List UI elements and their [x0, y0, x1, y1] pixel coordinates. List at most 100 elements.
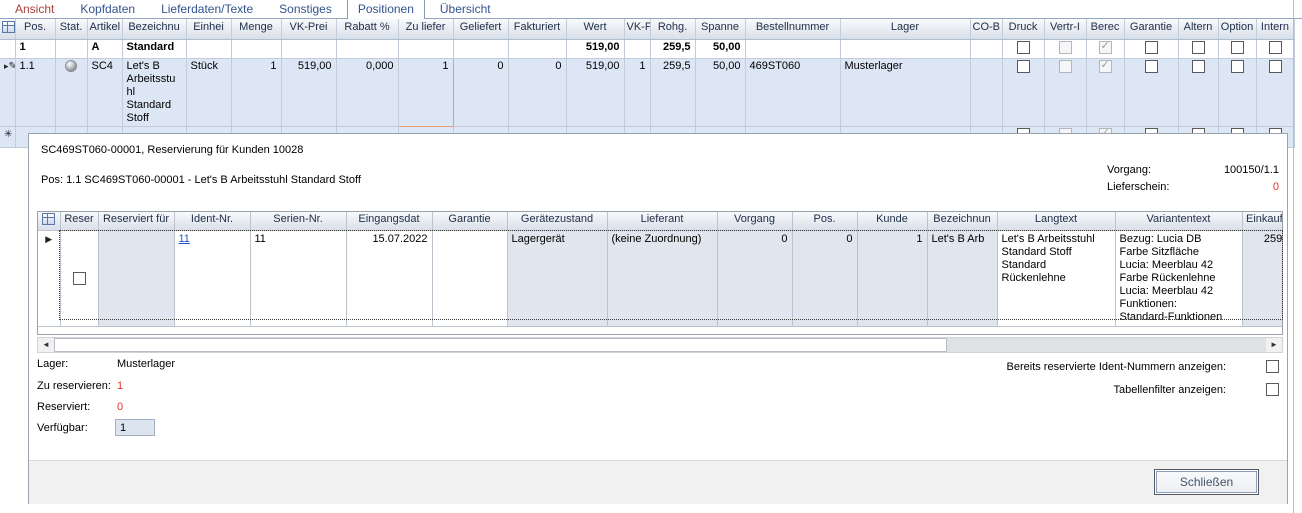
cell-pos[interactable]: 0: [792, 231, 857, 327]
new-row-selector[interactable]: ✳: [0, 127, 15, 148]
scroll-left-button[interactable]: ◄: [38, 338, 54, 352]
cell-bezeichnung[interactable]: Let's B Arb: [927, 231, 997, 327]
select-all-corner[interactable]: [0, 19, 15, 40]
cell-artikel[interactable]: SC4: [87, 59, 122, 127]
col-fakturiert[interactable]: Fakturiert: [508, 19, 566, 40]
verfuegbar-input[interactable]: [115, 419, 155, 436]
col-rabatt[interactable]: Rabatt %: [336, 19, 398, 40]
cell-spanne[interactable]: 50,00: [695, 40, 745, 59]
cell-vorgang[interactable]: 0: [717, 231, 792, 327]
col-variantentext[interactable]: Variantentext: [1115, 212, 1242, 231]
option-checkbox[interactable]: [1231, 60, 1244, 73]
col-langtext[interactable]: Langtext: [997, 212, 1115, 231]
select-all-corner[interactable]: [38, 212, 60, 231]
col-geraetezustand[interactable]: Gerätezustand: [507, 212, 607, 231]
berec-checkbox[interactable]: [1099, 41, 1112, 54]
garantie-checkbox[interactable]: [1145, 60, 1158, 73]
cell-rabatt[interactable]: 0,000: [336, 59, 398, 127]
col-vk-preis[interactable]: VK-Prei: [281, 19, 336, 40]
row-selector-edit[interactable]: ▸✎: [0, 59, 15, 127]
cell-bezeichnung[interactable]: Let's B Arbeitsstuhl Standard Stoff: [122, 59, 186, 127]
cell-reserviert-fuer[interactable]: [98, 231, 174, 327]
col-bezeichnung[interactable]: Bezeichnu: [122, 19, 186, 40]
col-pos[interactable]: Pos.: [792, 212, 857, 231]
scrollbar-track[interactable]: [947, 338, 1266, 352]
vertr-i-checkbox[interactable]: [1059, 41, 1072, 54]
cell-serien-nr[interactable]: 11: [250, 231, 346, 327]
col-menge[interactable]: Menge: [231, 19, 281, 40]
col-bezeichnung[interactable]: Bezeichnun: [927, 212, 997, 231]
row-selector[interactable]: [0, 40, 15, 59]
cell-menge[interactable]: 1: [231, 59, 281, 127]
col-co-b[interactable]: CO-B: [970, 19, 1002, 40]
scrollbar-thumb[interactable]: [54, 338, 947, 352]
col-lager[interactable]: Lager: [840, 19, 970, 40]
col-vk-p[interactable]: VK-P: [624, 19, 650, 40]
tab-lieferdaten-texte[interactable]: Lieferdaten/Texte: [150, 0, 264, 18]
cell-stat[interactable]: [55, 40, 87, 59]
intern-checkbox[interactable]: [1269, 60, 1282, 73]
cell-langtext[interactable]: Let's B Arbeitsstuhl Standard Stoff Stan…: [997, 231, 1115, 327]
option-checkbox[interactable]: [1231, 41, 1244, 54]
tab-kopfdaten[interactable]: Kopfdaten: [69, 0, 146, 18]
cell-rohgewinn[interactable]: 259,5: [650, 59, 695, 127]
col-serien-nr[interactable]: Serien-Nr.: [250, 212, 346, 231]
cell-bezeichnung[interactable]: Standard: [122, 40, 186, 59]
col-einkaufspreis[interactable]: Einkaufspr: [1242, 212, 1283, 231]
cell-pos[interactable]: 1: [15, 40, 55, 59]
cell-wert[interactable]: 519,00: [566, 59, 624, 127]
col-druck[interactable]: Druck: [1002, 19, 1044, 40]
cell-garantie[interactable]: [432, 231, 507, 327]
reserved-idents-checkbox[interactable]: [1266, 360, 1279, 373]
col-vertr-i[interactable]: Vertr-I: [1044, 19, 1086, 40]
col-geliefert[interactable]: Geliefert: [453, 19, 508, 40]
cell-einheit[interactable]: Stück: [186, 59, 231, 127]
cell-lieferant[interactable]: (keine Zuordnung): [607, 231, 717, 327]
cell-eingangsdatum[interactable]: 15.07.2022: [346, 231, 432, 327]
col-garantie[interactable]: Garantie: [1124, 19, 1178, 40]
col-lieferant[interactable]: Lieferant: [607, 212, 717, 231]
tab-sonstiges[interactable]: Sonstiges: [268, 0, 343, 18]
cell-spanne[interactable]: 50,00: [695, 59, 745, 127]
cell-vk-preis[interactable]: 519,00: [281, 59, 336, 127]
col-eingangsdatum[interactable]: Eingangsdat: [346, 212, 432, 231]
col-intern[interactable]: Intern: [1256, 19, 1294, 40]
current-row-selector[interactable]: ▶: [38, 231, 60, 327]
col-altern[interactable]: Altern: [1178, 19, 1218, 40]
cell-stat[interactable]: [55, 59, 87, 127]
cell-pos[interactable]: 1.1: [15, 59, 55, 127]
cell-vk-p[interactable]: 1: [624, 59, 650, 127]
col-bestellnummer[interactable]: Bestellnummer: [745, 19, 840, 40]
scroll-right-button[interactable]: ►: [1266, 338, 1282, 352]
cell-zu-liefern-active[interactable]: 1: [398, 59, 453, 127]
col-zu-liefern[interactable]: Zu liefer: [398, 19, 453, 40]
col-berec[interactable]: Berec: [1086, 19, 1124, 40]
close-button[interactable]: Schließen: [1156, 471, 1257, 493]
cell-wert[interactable]: 519,00: [566, 40, 624, 59]
cell-rohgewinn[interactable]: 259,5: [650, 40, 695, 59]
cell-einkaufspreis[interactable]: 259,50: [1242, 231, 1283, 327]
berec-checkbox[interactable]: [1099, 60, 1112, 73]
cell-bestellnummer[interactable]: 469ST060: [745, 59, 840, 127]
intern-checkbox[interactable]: [1269, 41, 1282, 54]
col-einheit[interactable]: Einhei: [186, 19, 231, 40]
col-kunde[interactable]: Kunde: [857, 212, 927, 231]
table-filter-checkbox[interactable]: [1266, 383, 1279, 396]
col-pos[interactable]: Pos.: [15, 19, 55, 40]
garantie-checkbox[interactable]: [1145, 41, 1158, 54]
tab-uebersicht[interactable]: Übersicht: [429, 0, 502, 18]
reser-checkbox[interactable]: [73, 272, 86, 285]
cell-lager[interactable]: Musterlager: [840, 59, 970, 127]
altern-checkbox[interactable]: [1192, 41, 1205, 54]
col-rohgewinn[interactable]: Rohg.: [650, 19, 695, 40]
tab-ansicht[interactable]: Ansicht: [4, 0, 65, 18]
altern-checkbox[interactable]: [1192, 60, 1205, 73]
col-spanne[interactable]: Spanne: [695, 19, 745, 40]
tab-positionen[interactable]: Positionen: [347, 0, 425, 19]
cell-fakturiert[interactable]: 0: [508, 59, 566, 127]
druck-checkbox[interactable]: [1017, 60, 1030, 73]
col-garantie[interactable]: Garantie: [432, 212, 507, 231]
col-option[interactable]: Option: [1218, 19, 1256, 40]
druck-checkbox[interactable]: [1017, 41, 1030, 54]
col-ident-nr[interactable]: Ident-Nr.: [174, 212, 250, 231]
